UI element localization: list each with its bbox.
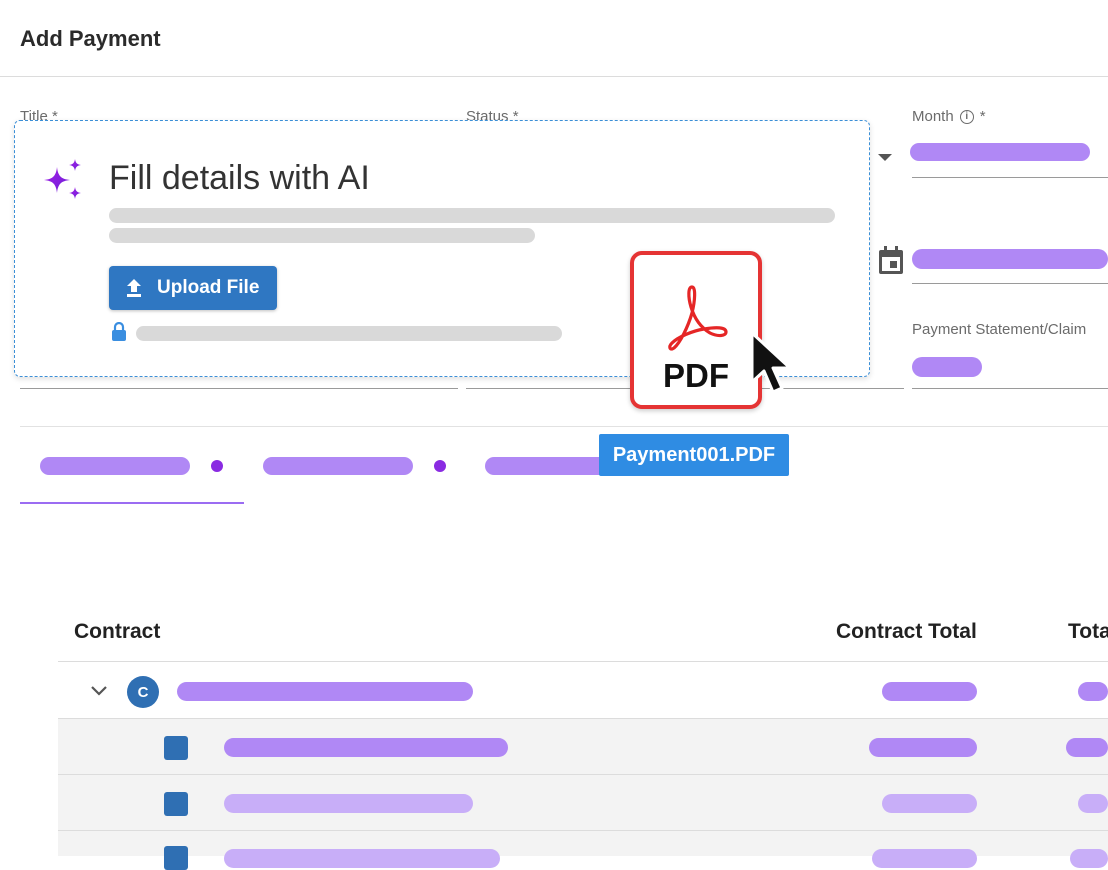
group-name	[177, 682, 473, 701]
row-total	[1070, 849, 1108, 868]
pdf-label: PDF	[663, 357, 729, 394]
required-mark: *	[979, 108, 986, 125]
mouse-cursor-icon	[748, 330, 794, 396]
date-underline	[912, 283, 1108, 284]
row-name	[224, 738, 508, 757]
ai-card-title: Fill details with AI	[109, 159, 370, 197]
tab-2[interactable]	[263, 457, 413, 475]
dragged-file-name: Payment001.PDF	[599, 434, 789, 476]
ai-description-line-1	[109, 208, 835, 223]
tab-3[interactable]	[485, 457, 615, 475]
row-contract-total	[872, 849, 977, 868]
tab-2-dot	[434, 460, 446, 472]
sparkle-icon	[39, 157, 87, 205]
date-value[interactable]	[912, 249, 1108, 269]
row-square-icon	[164, 736, 188, 760]
row-name	[224, 849, 500, 868]
statement-label: Payment Statement/Claim	[912, 321, 1087, 338]
privacy-note-line	[136, 326, 562, 341]
row-square-icon	[164, 792, 188, 816]
group-total	[1078, 682, 1108, 701]
row-total	[1066, 738, 1108, 757]
chevron-down-icon[interactable]	[878, 154, 892, 161]
month-value[interactable]	[910, 143, 1090, 161]
acrobat-icon	[660, 281, 732, 351]
tab-1[interactable]	[40, 457, 190, 475]
field-underline-1	[20, 388, 458, 389]
group-contract-total	[882, 682, 977, 701]
chevron-down-icon[interactable]	[90, 684, 108, 696]
month-label: Month	[912, 108, 954, 125]
row-contract-total	[869, 738, 977, 757]
row-name	[224, 794, 473, 813]
header-divider	[0, 76, 1108, 77]
calendar-icon[interactable]	[876, 244, 906, 276]
column-header-total[interactable]: Tota	[1068, 620, 1108, 644]
page-title: Add Payment	[20, 26, 161, 51]
section-divider	[20, 426, 1108, 427]
upload-file-button[interactable]: Upload File	[109, 266, 277, 310]
statement-value[interactable]	[912, 357, 982, 377]
avatar: C	[127, 676, 159, 708]
statement-underline	[912, 388, 1108, 389]
row-total	[1078, 794, 1108, 813]
tab-1-dot	[211, 460, 223, 472]
column-header-contract[interactable]: Contract	[74, 620, 160, 644]
pdf-file-icon[interactable]: PDF	[630, 251, 762, 409]
column-header-contract-total[interactable]: Contract Total	[836, 620, 977, 644]
ai-description-line-2	[109, 228, 535, 243]
month-label-group: Month i *	[912, 108, 986, 125]
row-square-icon	[164, 846, 188, 870]
upload-file-label: Upload File	[157, 277, 260, 298]
row-contract-total	[882, 794, 977, 813]
lock-icon	[111, 321, 127, 342]
upload-icon	[127, 279, 141, 297]
active-tab-indicator	[20, 502, 244, 504]
info-icon[interactable]: i	[959, 109, 974, 124]
month-underline	[912, 177, 1108, 178]
